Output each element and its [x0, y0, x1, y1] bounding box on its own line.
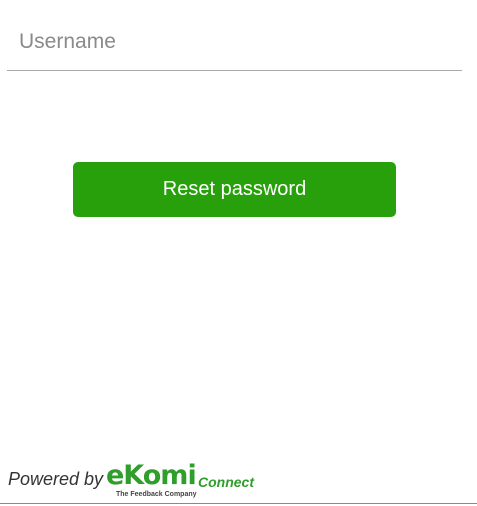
username-field — [7, 14, 462, 71]
logo-wordmark: eKomi — [106, 460, 197, 491]
username-input[interactable] — [7, 14, 462, 70]
logo-product-name: Connect — [198, 474, 254, 490]
bottom-divider — [0, 503, 477, 504]
logo-tagline: The Feedback Company — [116, 491, 197, 498]
ekomi-connect-logo[interactable]: eKomi Connect The Feedback Company — [106, 460, 266, 502]
powered-by-footer: Powered by eKomi Connect The Feedback Co… — [8, 460, 268, 502]
reset-password-button[interactable]: Reset password — [73, 162, 396, 217]
powered-by-label: Powered by — [8, 469, 104, 489]
